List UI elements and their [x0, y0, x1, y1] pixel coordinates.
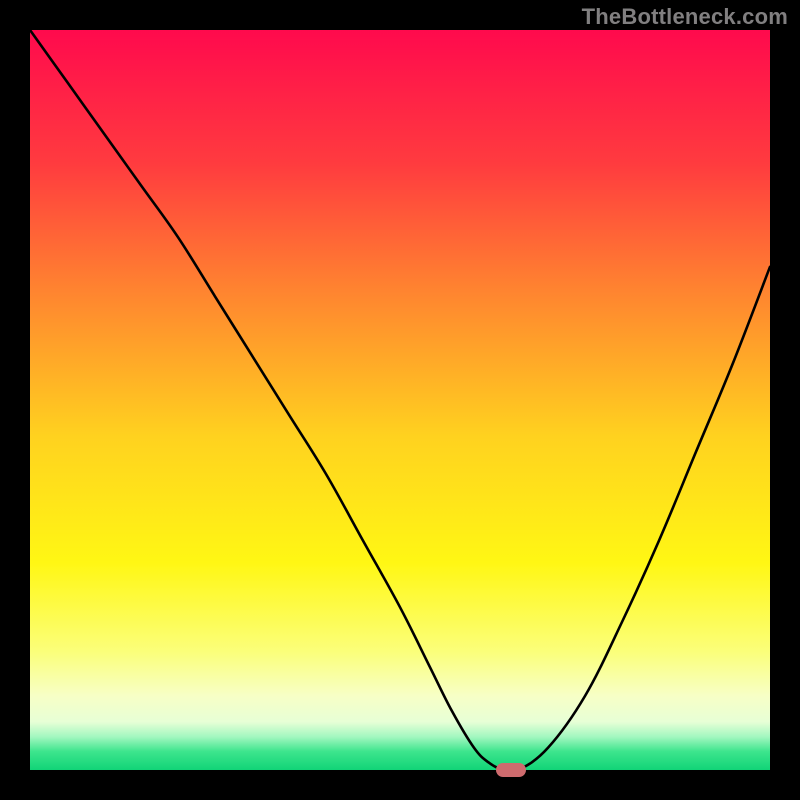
- optimal-marker: [496, 763, 526, 777]
- watermark-text: TheBottleneck.com: [582, 4, 788, 30]
- bottleneck-chart: [0, 0, 800, 800]
- gradient-background: [30, 30, 770, 770]
- chart-frame: TheBottleneck.com: [0, 0, 800, 800]
